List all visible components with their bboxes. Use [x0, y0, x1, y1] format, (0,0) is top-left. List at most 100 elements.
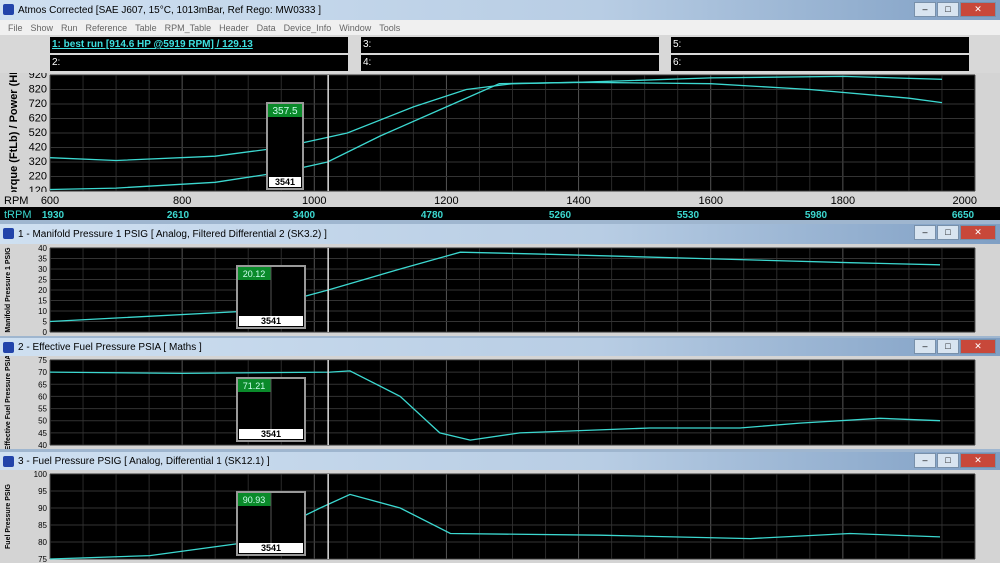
menu-device_info[interactable]: Device_Info	[284, 23, 332, 33]
y-tick-label: 15	[38, 297, 47, 306]
menu-table[interactable]: Table	[135, 23, 157, 33]
x-tick-label: 1400	[566, 195, 590, 207]
close-button[interactable]: ✕	[960, 225, 996, 240]
minimize-button[interactable]: –	[914, 225, 936, 240]
trpm-value: 5530	[677, 210, 700, 220]
y-tick-label: 65	[38, 380, 47, 389]
trpm-value: 5980	[805, 210, 828, 220]
menu-header[interactable]: Header	[219, 23, 249, 33]
y-tick-label: 620	[29, 113, 47, 125]
panel-title-bar: 3 - Fuel Pressure PSIG [ Analog, Differe…	[0, 452, 1000, 470]
x-axis-label: RPM	[4, 195, 28, 207]
y-tick-label: 95	[38, 487, 47, 496]
x-tick-label: 1600	[698, 195, 722, 207]
maximize-button[interactable]: □	[937, 2, 959, 17]
trpm-value: 4780	[421, 210, 444, 220]
x-tick-label: 800	[173, 195, 191, 207]
run-slot-3[interactable]: 3:	[361, 37, 659, 53]
y-tick-label: 40	[38, 244, 47, 253]
app-icon	[3, 4, 14, 15]
panel-title-bar: 2 - Effective Fuel Pressure PSIA [ Maths…	[0, 338, 1000, 356]
y-tick-label: 0	[43, 328, 48, 336]
trpm-value: 3400	[293, 210, 316, 220]
minimize-button[interactable]: –	[914, 339, 936, 354]
cursor-value: 71.21	[243, 381, 266, 391]
menu-reference[interactable]: Reference	[86, 23, 128, 33]
y-tick-label: 30	[38, 265, 47, 274]
minimize-button[interactable]: –	[914, 2, 936, 17]
menu-rpm_table[interactable]: RPM_Table	[165, 23, 212, 33]
run-slot-1[interactable]: 1: best run [914.6 HP @5919 RPM] / 129.1…	[50, 37, 348, 53]
cursor-rpm: 3541	[261, 543, 281, 553]
run-slot-6[interactable]: 6:	[671, 55, 969, 71]
chart-panel: 120 220 320 420 520 620 720 820 920 Torque (FtLb)…	[0, 73, 1000, 192]
y-tick-label: 75	[38, 356, 47, 365]
app-icon	[3, 342, 14, 353]
close-button[interactable]: ✕	[960, 453, 996, 468]
menu-window[interactable]: Window	[339, 23, 371, 33]
x-tick-label: 2000	[953, 195, 977, 207]
menu-bar: File Show Run Reference Table RPM_Table Header…	[0, 20, 1000, 35]
panel-title: 3 - Fuel Pressure PSIG [ Analog, Differe…	[18, 455, 270, 467]
close-button[interactable]: ✕	[960, 339, 996, 354]
chart-svg: 120 220 320 420 520 620 720 820 920 Torque (FtLb)…	[8, 73, 976, 192]
y-tick-label: 85	[38, 521, 47, 530]
y-axis-label: Fuel Pressure PSIG	[5, 483, 12, 549]
trpm-value: 2610	[167, 210, 190, 220]
x-tick-label: 1800	[831, 195, 855, 207]
y-tick-label: 320	[29, 156, 47, 168]
menu-show[interactable]: Show	[31, 23, 54, 33]
maximize-button[interactable]: □	[937, 339, 959, 354]
y-tick-label: 5	[43, 318, 48, 327]
y-tick-label: 50	[38, 417, 47, 426]
y-tick-label: 40	[38, 441, 47, 449]
chart-svg: 05 1015 2025 3035 40 Manifold Pressure 1 PSIG…	[5, 244, 976, 336]
menu-data[interactable]: Data	[257, 23, 276, 33]
maximize-button[interactable]: □	[937, 225, 959, 240]
y-tick-label: 520	[29, 127, 47, 139]
trpm-value: 1930	[42, 210, 65, 220]
run-slot-5[interactable]: 5:	[671, 37, 969, 53]
y-tick-label: 80	[38, 538, 47, 547]
y-tick-label: 70	[38, 368, 47, 377]
y-tick-label: 90	[38, 504, 47, 513]
panel-title: 1 - Manifold Pressure 1 PSIG [ Analog, F…	[18, 228, 327, 240]
x-tick-label: 1200	[434, 195, 458, 207]
app-icon	[3, 456, 14, 467]
cursor-rpm: 3541	[261, 316, 281, 326]
x-tick-label: 600	[41, 195, 59, 207]
y-axis-label: Manifold Pressure 1 PSIG	[5, 247, 12, 333]
chart-svg: 40 45 50 55 60 65 70 75 Effective Fuel Pressure …	[5, 356, 976, 449]
app-icon	[3, 228, 14, 239]
maximize-button[interactable]: □	[937, 453, 959, 468]
chart-panel: 0 5 10 15 20 25 30 35 40 Manifold Pressure 1 PSIG…	[0, 244, 1000, 336]
y-tick-label: 75	[38, 555, 47, 563]
y-axis-label: Torque (FtLb) / Power (HP)	[8, 73, 20, 192]
y-tick-label: 920	[29, 73, 47, 81]
y-axis-label: Effective Fuel Pressure PSIA	[5, 356, 12, 449]
minimize-button[interactable]: –	[914, 453, 936, 468]
y-tick-label: 420	[29, 142, 47, 154]
menu-run[interactable]: Run	[61, 23, 78, 33]
menu-file[interactable]: File	[8, 23, 23, 33]
run-labels: 1: best run [914.6 HP @5919 RPM] / 129.1…	[0, 35, 1000, 73]
x-tick-label: 1000	[302, 195, 326, 207]
y-tick-label: 220	[29, 171, 47, 183]
close-button[interactable]: ✕	[960, 2, 996, 17]
trpm-value: 5260	[549, 210, 572, 220]
panel-title-bar: 1 - Manifold Pressure 1 PSIG [ Analog, F…	[0, 224, 1000, 244]
window-title: Atmos Corrected [SAE J607, 15°C, 1013mBa…	[18, 4, 322, 16]
panel-title: 2 - Effective Fuel Pressure PSIA [ Maths…	[18, 341, 202, 353]
cursor-rpm: 3541	[275, 177, 295, 187]
y-tick-label: 45	[38, 429, 47, 438]
y-tick-label: 720	[29, 98, 47, 110]
menu-tools[interactable]: Tools	[379, 23, 400, 33]
y-tick-label: 60	[38, 392, 47, 401]
run-slot-4[interactable]: 4:	[361, 55, 659, 71]
y-tick-label: 100	[34, 470, 48, 479]
run-slot-2[interactable]: 2:	[50, 55, 348, 71]
trpm-svg: tRPM 1930 2610 3400 4780 5260 5530 5980 6650	[4, 209, 975, 220]
y-tick-label: 120	[29, 185, 47, 192]
y-tick-label: 25	[38, 276, 47, 285]
y-tick-label: 10	[38, 307, 47, 316]
